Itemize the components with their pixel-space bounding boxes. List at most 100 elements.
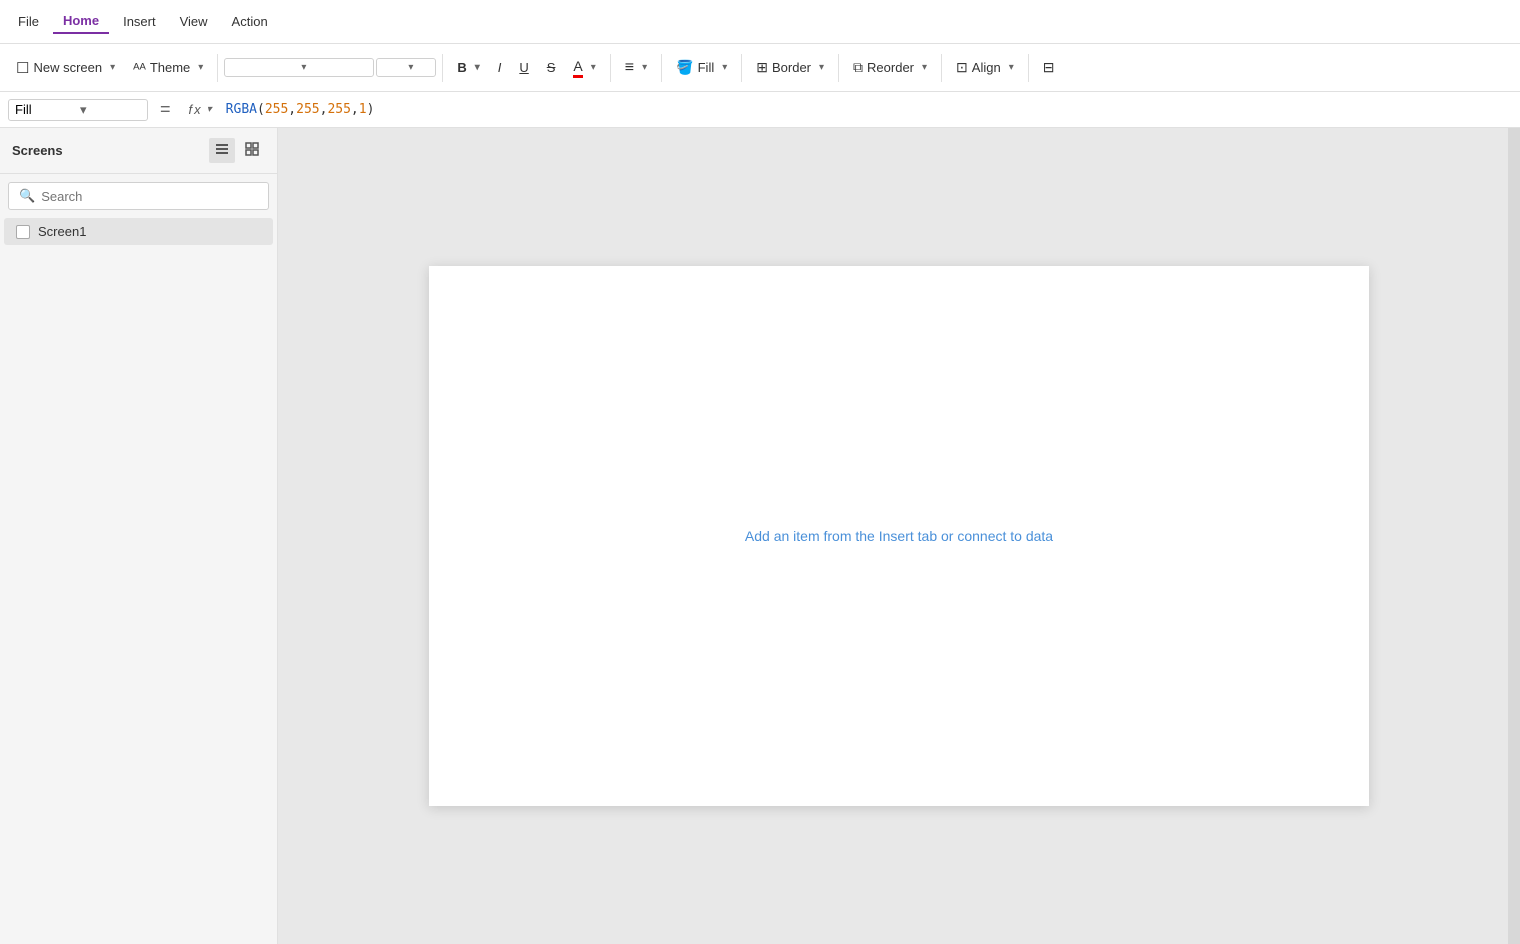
new-screen-label: New screen (33, 60, 102, 75)
underline-button[interactable]: U (511, 55, 536, 80)
reorder-chevron-icon: ▾ (922, 62, 927, 73)
fx-button[interactable]: fx ▾ (183, 100, 218, 119)
theme-label: Theme (150, 60, 190, 75)
toolbar: ☐ New screen ▾ ᴬᴬ Theme ▾ ▾ ▾ B ▾ I U S … (0, 44, 1520, 92)
border-button[interactable]: ⊞ Border ▾ (748, 54, 832, 81)
canvas-hint-prefix: Add an item from the (745, 528, 879, 544)
formula-rgba-keyword: RGBA (226, 102, 257, 117)
font-size-dropdown[interactable]: ▾ (376, 58, 436, 77)
align-right-label: Align (972, 60, 1001, 75)
menu-action[interactable]: Action (222, 10, 278, 33)
reorder-label: Reorder (867, 60, 914, 75)
screens-header: Screens (0, 128, 277, 174)
fill-icon: 🪣 (676, 59, 693, 76)
canvas-area[interactable]: Add an item from the Insert tab or conne… (278, 128, 1520, 944)
search-input[interactable] (41, 189, 258, 204)
right-scrollbar[interactable] (1508, 128, 1520, 944)
search-box[interactable]: 🔍 (8, 182, 269, 210)
canvas-hint: Add an item from the Insert tab or conne… (745, 528, 1053, 544)
view-toggle (209, 138, 265, 163)
screens-list: Screen1 (0, 218, 277, 245)
new-screen-button[interactable]: ☐ New screen ▾ (8, 54, 123, 82)
extra-button[interactable]: ⊟ (1035, 54, 1063, 81)
formula-value: RGBA(255, 255, 255, 1) (226, 102, 1512, 117)
separator-2 (442, 54, 443, 82)
bold-label: B (457, 60, 466, 75)
font-color-chevron-icon: ▾ (591, 62, 596, 73)
extra-icon: ⊟ (1043, 59, 1055, 76)
menu-home[interactable]: Home (53, 9, 109, 34)
formula-b: 255 (327, 102, 350, 117)
property-value: Fill (15, 102, 76, 117)
align-button[interactable]: ≡ ▾ (617, 54, 655, 82)
formula-a: 1 (359, 102, 367, 117)
align-right-button[interactable]: ⊡ Align ▾ (948, 54, 1022, 81)
font-color-button[interactable]: A ▾ (565, 53, 603, 83)
strikethrough-button[interactable]: S (539, 55, 564, 80)
separator-1 (217, 54, 218, 82)
fill-button[interactable]: 🪣 Fill ▾ (668, 54, 735, 81)
border-label: Border (772, 60, 811, 75)
grid-view-button[interactable] (239, 138, 265, 163)
left-panel: Screens (0, 128, 278, 944)
formula-comma-1: , (288, 102, 296, 117)
menu-insert[interactable]: Insert (113, 10, 166, 33)
menu-file[interactable]: File (8, 10, 49, 33)
formula-bar: Fill ▾ = fx ▾ RGBA(255, 255, 255, 1) (0, 92, 1520, 128)
separator-4 (661, 54, 662, 82)
align-chevron-icon: ▾ (642, 62, 647, 73)
connect-data-link[interactable]: connect to data (957, 528, 1053, 544)
screen-name: Screen1 (38, 224, 86, 239)
canvas-frame: Add an item from the Insert tab or conne… (429, 266, 1369, 806)
screens-title: Screens (12, 143, 63, 158)
screen-checkbox[interactable] (16, 225, 30, 239)
font-chevron-icon: ▾ (301, 62, 367, 73)
formula-close-paren: ) (367, 102, 375, 117)
main-layout: Screens (0, 128, 1520, 944)
align-icon: ≡ (625, 59, 634, 77)
separator-7 (941, 54, 942, 82)
fill-chevron-icon: ▾ (722, 62, 727, 73)
formula-comma-2: , (320, 102, 328, 117)
theme-button[interactable]: ᴬᴬ Theme ▾ (125, 55, 211, 81)
list-view-button[interactable] (209, 138, 235, 163)
strikethrough-label: S (547, 60, 556, 75)
formula-comma-3: , (351, 102, 359, 117)
screen-item[interactable]: Screen1 (4, 218, 273, 245)
italic-label: I (498, 60, 502, 75)
fx-label: f (189, 102, 193, 117)
fill-label: Fill (698, 60, 715, 75)
search-icon: 🔍 (19, 188, 35, 204)
new-screen-icon: ☐ (16, 59, 29, 77)
list-view-icon (214, 141, 230, 157)
fx-x: x (194, 102, 201, 117)
property-chevron-icon: ▾ (80, 102, 141, 118)
equals-sign: = (156, 99, 175, 120)
menu-view[interactable]: View (170, 10, 218, 33)
formula-g: 255 (296, 102, 319, 117)
theme-chevron-icon: ▾ (198, 62, 203, 73)
property-dropdown[interactable]: Fill ▾ (8, 99, 148, 121)
border-chevron-icon: ▾ (819, 62, 824, 73)
font-dropdown[interactable]: ▾ (224, 58, 374, 77)
font-size-chevron-icon: ▾ (408, 62, 429, 73)
fx-chevron-icon: ▾ (207, 104, 212, 115)
align-right-icon: ⊡ (956, 59, 968, 76)
border-icon: ⊞ (756, 59, 768, 76)
menu-bar: File Home Insert View Action (0, 0, 1520, 44)
align-right-chevron-icon: ▾ (1009, 62, 1014, 73)
formula-r: 255 (265, 102, 288, 117)
grid-view-icon (244, 141, 260, 157)
formula-open-paren: ( (257, 102, 265, 117)
separator-5 (741, 54, 742, 82)
separator-8 (1028, 54, 1029, 82)
bold-chevron-icon: ▾ (475, 62, 480, 73)
underline-label: U (519, 60, 528, 75)
reorder-button[interactable]: ⧉ Reorder ▾ (845, 54, 935, 81)
theme-icon: ᴬᴬ (133, 60, 146, 76)
insert-tab-link[interactable]: Insert tab (879, 528, 937, 544)
reorder-icon: ⧉ (853, 59, 863, 76)
canvas-hint-or: or (937, 528, 957, 544)
bold-button[interactable]: B ▾ (449, 55, 487, 80)
italic-button[interactable]: I (490, 55, 510, 80)
